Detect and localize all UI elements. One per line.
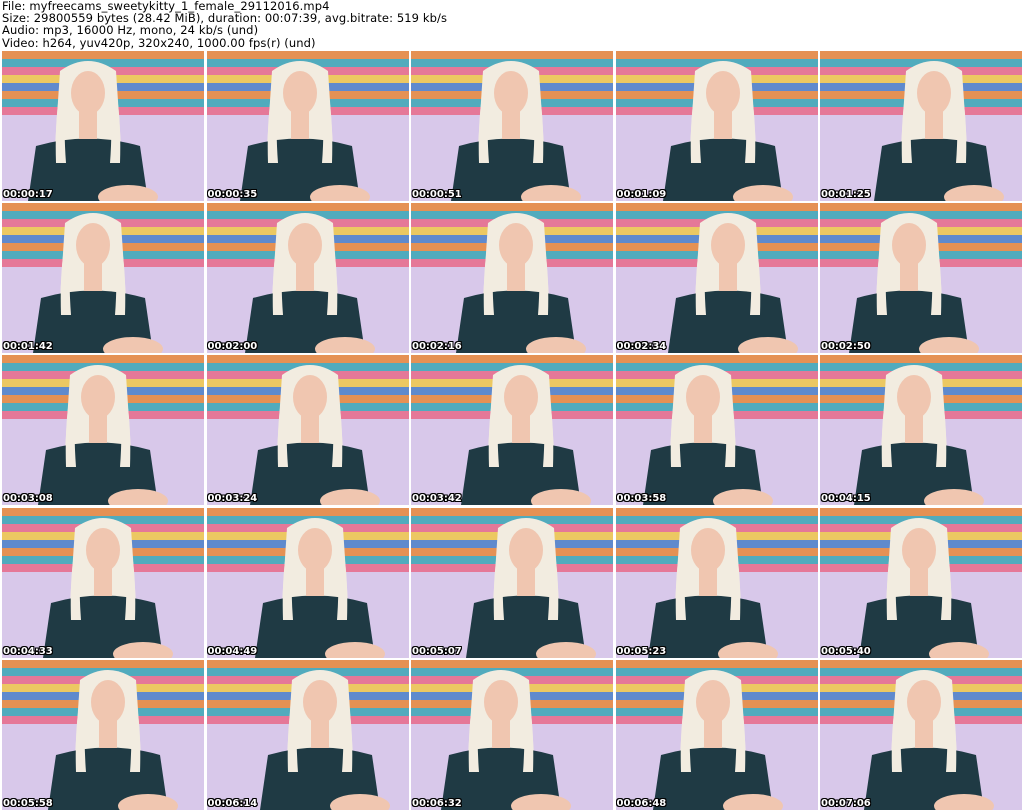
frame-timestamp: 00:04:33 [3, 645, 53, 657]
video-frame-thumbnail: 00:05:07 [411, 507, 613, 658]
video-frame-thumbnail: 00:04:33 [2, 507, 204, 658]
frame-image [411, 51, 613, 201]
video-frame-thumbnail: 00:01:09 [615, 51, 818, 201]
video-frame-thumbnail: 00:02:50 [820, 203, 1022, 354]
frame-timestamp: 00:03:24 [207, 493, 258, 505]
video-frame-thumbnail: 00:00:51 [411, 51, 613, 201]
video-frame-thumbnail: 00:05:23 [615, 507, 818, 658]
frame-image [820, 659, 1022, 810]
audio-info-line: Audio: mp3, 16000 Hz, mono, 24 kb/s (und… [2, 23, 259, 38]
frame-image [820, 51, 1022, 201]
frame-image [2, 51, 204, 201]
frame-image [206, 51, 409, 201]
frame-timestamp: 00:06:32 [412, 797, 462, 809]
frame-image [206, 355, 409, 506]
video-frame-thumbnail: 00:05:58 [2, 659, 204, 810]
frame-image [615, 203, 818, 354]
frame-image [820, 507, 1022, 658]
frame-image [411, 355, 613, 506]
file-info-header: File: myfreecams_sweetykitty_1_female_29… [2, 0, 1022, 50]
frame-image [206, 203, 409, 354]
frame-image [411, 659, 613, 810]
video-frame-thumbnail: 00:05:40 [820, 507, 1022, 658]
frame-timestamp: 00:03:42 [412, 493, 462, 505]
frame-image [820, 355, 1022, 506]
frame-timestamp: 00:05:23 [616, 645, 667, 657]
video-frame-thumbnail: 00:01:42 [2, 203, 204, 354]
video-frame-thumbnail: 00:06:48 [615, 659, 818, 810]
video-frame-thumbnail: 00:03:08 [2, 355, 204, 506]
frame-timestamp: 00:00:35 [207, 189, 258, 200]
frame-timestamp: 00:06:14 [207, 797, 258, 809]
frame-image [615, 51, 818, 201]
frame-image [2, 355, 204, 506]
frame-timestamp: 00:05:40 [821, 645, 871, 657]
frame-image [206, 507, 409, 658]
video-frame-thumbnail: 00:00:17 [2, 51, 204, 201]
frame-timestamp: 00:05:07 [412, 645, 462, 657]
frame-image [615, 355, 818, 506]
frame-image [615, 659, 818, 810]
video-frame-thumbnail: 00:04:49 [206, 507, 409, 658]
video-frame-thumbnail: 00:03:42 [411, 355, 613, 506]
frame-timestamp: 00:00:17 [3, 189, 53, 200]
video-frame-thumbnail: 00:06:14 [206, 659, 409, 810]
frame-timestamp: 00:07:06 [821, 797, 871, 809]
video-frame-thumbnail: 00:07:06 [820, 659, 1022, 810]
frame-timestamp: 00:05:58 [3, 797, 53, 809]
video-info-line: Video: h264, yuv420p, 320x240, 1000.00 f… [2, 35, 316, 50]
frame-image [2, 507, 204, 658]
video-frame-thumbnail: 00:02:00 [206, 203, 409, 354]
video-frame-thumbnail: 00:03:24 [206, 355, 409, 506]
frame-timestamp: 00:06:48 [616, 797, 667, 809]
frame-timestamp: 00:00:51 [412, 189, 462, 200]
frame-timestamp: 00:01:25 [821, 189, 871, 200]
video-frame-thumbnail: 00:02:34 [615, 203, 818, 354]
frame-timestamp: 00:01:42 [3, 341, 53, 353]
frame-image [2, 203, 204, 354]
video-frame-thumbnail: 00:00:35 [206, 51, 409, 201]
frame-image [411, 507, 613, 658]
frame-image [615, 507, 818, 658]
video-frame-thumbnail: 00:01:25 [820, 51, 1022, 201]
frame-timestamp: 00:02:00 [207, 341, 258, 353]
frame-timestamp: 00:04:15 [821, 493, 871, 505]
frame-image [2, 659, 204, 810]
video-frame-thumbnail: 00:02:16 [411, 203, 613, 354]
frame-image [820, 203, 1022, 354]
frame-timestamp: 00:02:16 [412, 341, 462, 353]
thumbnail-grid: 00:00:17 00:00:35 00:00:51 00:01:09 00:01:25… [2, 51, 1022, 810]
frame-image [411, 203, 613, 354]
video-frame-thumbnail: 00:06:32 [411, 659, 613, 810]
frame-timestamp: 00:03:08 [3, 493, 53, 505]
frame-timestamp: 00:04:49 [207, 645, 258, 657]
video-frame-thumbnail: 00:04:15 [820, 355, 1022, 506]
frame-timestamp: 00:03:58 [616, 493, 667, 505]
video-frame-thumbnail: 00:03:58 [615, 355, 818, 506]
frame-timestamp: 00:02:34 [616, 341, 667, 353]
frame-timestamp: 00:02:50 [821, 341, 871, 353]
frame-timestamp: 00:01:09 [616, 189, 667, 200]
frame-image [206, 659, 409, 810]
